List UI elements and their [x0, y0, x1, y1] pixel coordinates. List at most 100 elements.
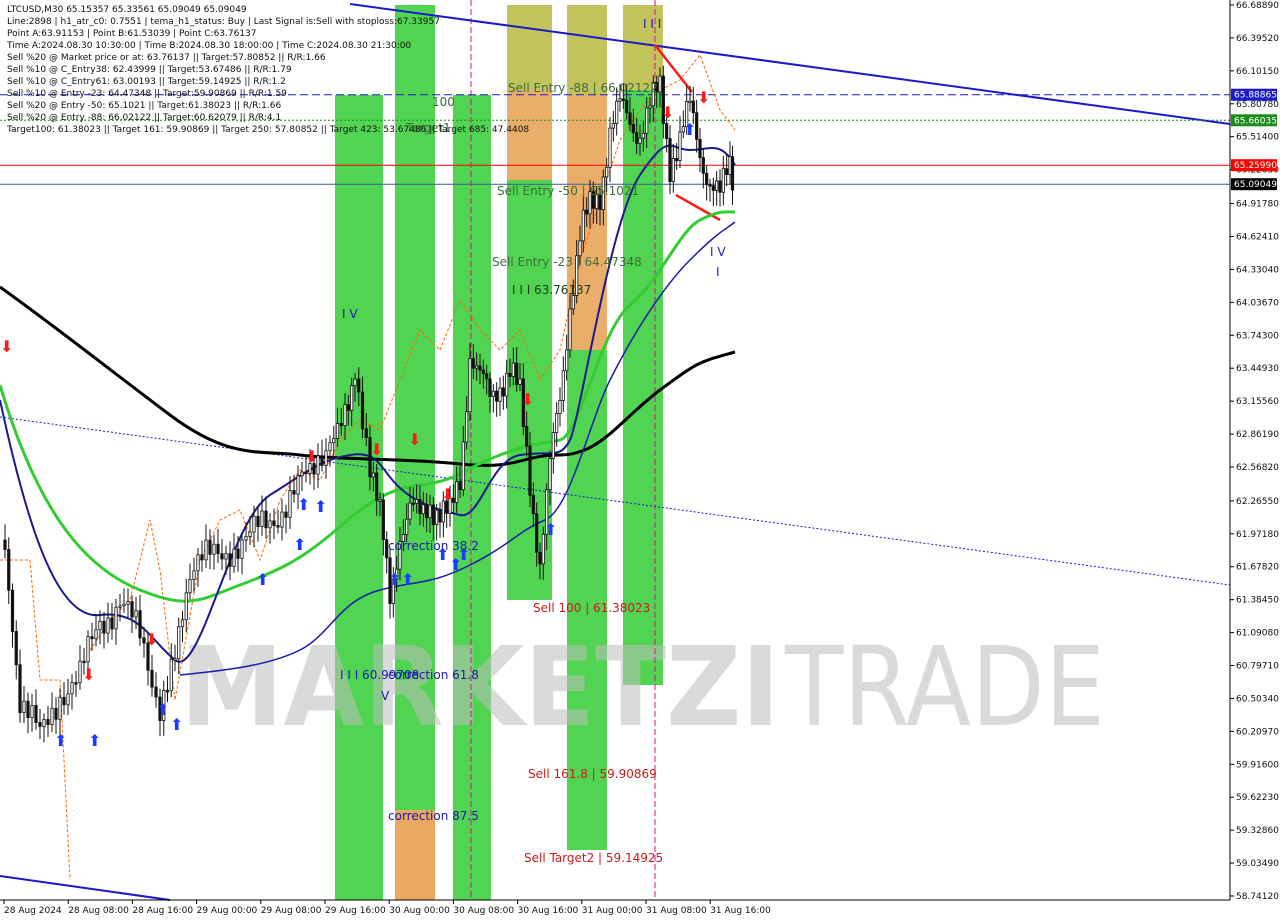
candle-body	[705, 172, 709, 186]
candle-body	[658, 75, 662, 93]
candle-body	[328, 442, 332, 452]
candle-body	[232, 548, 236, 567]
candle-body	[621, 98, 625, 101]
candle-body	[728, 156, 732, 176]
info-line: Sell %20 @ Entry -88: 66.02122 || Target…	[7, 113, 281, 123]
y-tick-label: 62.26550	[1236, 497, 1279, 507]
candle-body	[585, 209, 589, 215]
candle-body	[350, 385, 354, 411]
candle-body	[3, 539, 7, 550]
candle-body	[177, 626, 181, 660]
y-tick-label: 63.74300	[1236, 331, 1279, 341]
candle-body	[488, 378, 492, 398]
buy-arrow-icon: ⬆	[401, 570, 414, 589]
info-line: Line:2898 | h1_atr_c0: 0.7551 | tema_h1_…	[7, 17, 440, 27]
candle-body	[611, 123, 615, 129]
candle-body	[535, 513, 539, 553]
zone-green-3	[453, 95, 491, 900]
candle-body	[38, 722, 42, 727]
zone-orange-4	[507, 90, 552, 180]
candle-body	[324, 450, 328, 466]
candle-body	[10, 589, 15, 632]
candle-body	[224, 553, 228, 560]
candle-body	[605, 166, 609, 178]
x-tick-label: 30 Aug 16:00	[518, 906, 579, 916]
sell-arrow-icon: ⬇	[145, 630, 158, 649]
candle-body	[555, 413, 559, 434]
y-tick-label: 63.15560	[1236, 397, 1279, 407]
x-tick-label: 28 Aug 16:00	[132, 906, 193, 916]
annotation-point-b: I I I 60.99708	[340, 668, 419, 682]
candle-body	[244, 536, 248, 541]
candle-body	[508, 372, 512, 377]
y-tick-label: 59.91600	[1236, 760, 1279, 770]
candle-body	[638, 137, 642, 144]
watermark: MARKETZI TRADE	[180, 623, 1105, 751]
candle-body	[26, 700, 30, 718]
y-tick-label: 62.56820	[1236, 463, 1279, 473]
candle-body	[515, 362, 519, 385]
candle-body	[272, 520, 276, 526]
candle-body	[50, 707, 54, 725]
price-chart[interactable]: MARKETZI TRADE ⬆ ⬆ ⬆ ⬆ ⬆ ⬆ ⬆ ⬆ ⬆ ⬆ ⬆ ⬆ ⬆	[0, 0, 1280, 920]
candle-body	[711, 185, 715, 191]
candle-body	[411, 502, 415, 505]
candle-body	[421, 504, 425, 515]
x-tick-label: 30 Aug 08:00	[453, 906, 514, 916]
candle-body	[565, 349, 569, 372]
candle-body	[46, 719, 50, 725]
candle-body	[122, 603, 126, 607]
candle-body	[691, 100, 695, 114]
candle-body	[645, 107, 649, 134]
candle-body	[332, 438, 336, 444]
candle-body	[212, 543, 216, 555]
y-tick-label: 64.62410	[1236, 232, 1279, 242]
y-tick-label: 59.32860	[1236, 826, 1279, 836]
candle-body	[375, 472, 379, 501]
candle-body	[558, 400, 562, 414]
annotation-sell-100: Sell 100 | 61.38023	[533, 601, 650, 615]
info-line: LTCUSD,M30 65.15357 65.33561 65.09049 65…	[7, 5, 247, 15]
candle-body	[458, 481, 462, 491]
candle-body	[538, 551, 542, 565]
candle-body	[94, 629, 98, 640]
candle-body	[441, 500, 445, 523]
candle-body	[353, 378, 357, 387]
x-tick-label: 29 Aug 00:00	[197, 906, 258, 916]
buy-arrow-icon: ⬆	[293, 535, 306, 554]
y-tick-label: 61.38450	[1236, 596, 1279, 606]
buy-arrow-icon: ⬆	[683, 120, 696, 139]
candle-body	[196, 554, 200, 572]
candle-body	[256, 515, 260, 527]
candle-body	[86, 636, 90, 663]
candle-body	[98, 620, 102, 631]
candle-body	[730, 156, 735, 191]
candle-body	[154, 686, 158, 698]
candle-body	[18, 664, 22, 714]
x-tick-label: 28 Aug 08:00	[68, 906, 129, 916]
info-line: Sell %10 @ C_Entry61: 63.00193 || Target…	[7, 77, 286, 87]
annotation-sell-entry-23: Sell Entry -23 | 64.47348	[492, 255, 642, 269]
candle-body	[628, 112, 632, 125]
candle-body	[618, 98, 622, 102]
candle-body	[475, 365, 479, 369]
buy-arrow-icon: ⬆	[544, 520, 557, 539]
candle-body	[615, 100, 619, 124]
x-tick-label: 30 Aug 00:00	[389, 906, 450, 916]
sell-arrow-icon: ⬇	[521, 390, 534, 409]
candle-body	[715, 180, 719, 191]
candle-body	[110, 617, 114, 630]
candle-body	[220, 553, 224, 560]
candle-body	[468, 358, 472, 413]
candle-body	[200, 554, 204, 561]
sell-arrow-icon: ⬇	[305, 447, 318, 466]
candle-body	[216, 543, 220, 555]
candle-body	[425, 504, 429, 519]
candle-body	[169, 658, 173, 692]
buy-arrow-icon: ⬆	[297, 495, 310, 514]
candle-body	[581, 209, 585, 242]
wave-label-iv: I V	[342, 307, 358, 321]
watermark-left: MARKETZI	[180, 623, 780, 751]
candle-body	[431, 504, 435, 525]
candle-body	[54, 707, 58, 720]
